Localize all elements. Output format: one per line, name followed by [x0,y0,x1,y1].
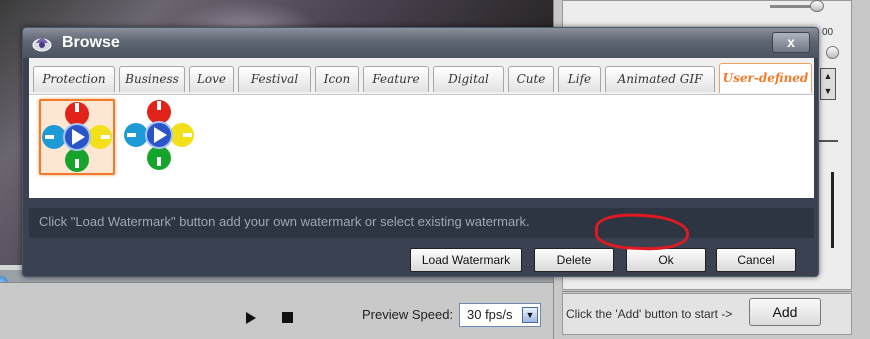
app-logo-icon [32,38,52,52]
dialog-button-bar: Load Watermark Delete Ok Cancel [23,238,818,276]
delete-button[interactable]: Delete [534,248,614,272]
close-button[interactable]: x [772,32,810,53]
load-watermark-button[interactable]: Load Watermark [410,248,522,272]
watermark-grid [29,94,814,198]
play-icon[interactable] [246,312,256,324]
tab-strip: Protection Business Love Festival Icon F… [29,58,814,94]
tab-cute[interactable]: Cute [508,66,554,92]
tab-icon[interactable]: Icon [315,66,359,92]
tab-festival[interactable]: Festival [238,66,311,92]
right-value-label: 00 [822,27,834,38]
tab-love[interactable]: Love [189,66,234,92]
spin-control[interactable]: ▲ ▼ [820,68,836,100]
divider [562,291,852,292]
stop-icon[interactable] [282,312,293,323]
spin-up-icon[interactable]: ▲ [821,69,835,84]
dialog-title: Browse [62,34,120,51]
tab-business[interactable]: Business [119,66,185,92]
browse-dialog: Browse x Protection Business Love Festiv… [22,27,819,277]
add-button[interactable]: Add [749,298,821,326]
tab-feature[interactable]: Feature [363,66,429,92]
ok-button[interactable]: Ok [626,248,706,272]
dialog-separator [23,198,818,208]
tab-life[interactable]: Life [558,66,601,92]
divider [818,140,838,142]
top-slider[interactable] [700,0,830,14]
colorful-cross-watermark-icon [124,100,194,170]
dialog-titlebar: Browse x [23,28,818,58]
tab-user-defined[interactable]: User-defined [719,63,812,93]
add-hint: Click the 'Add' button to start -> [566,307,733,321]
cancel-button[interactable]: Cancel [716,248,796,272]
spin-down-icon[interactable]: ▼ [821,84,835,99]
preview-speed-label: Preview Speed: [362,307,454,322]
preview-speed-select[interactable]: 30 fps/s ▼ [459,303,541,327]
watermark-thumbnail[interactable] [123,99,199,175]
tab-digital[interactable]: Digital [433,66,504,92]
colorful-cross-watermark-icon [42,102,112,172]
tab-protection[interactable]: Protection [33,66,115,92]
chevron-down-icon[interactable]: ▼ [522,307,538,323]
fps-value: 30 fps/s [467,307,513,322]
watermark-thumbnail[interactable] [39,99,115,175]
dialog-hint: Click "Load Watermark" button add your o… [29,208,814,238]
tab-animated-gif[interactable]: Animated GIF [605,66,715,92]
right-slider-knob[interactable] [826,46,839,59]
bracket-decor [820,172,834,248]
slider-knob[interactable] [810,0,824,12]
